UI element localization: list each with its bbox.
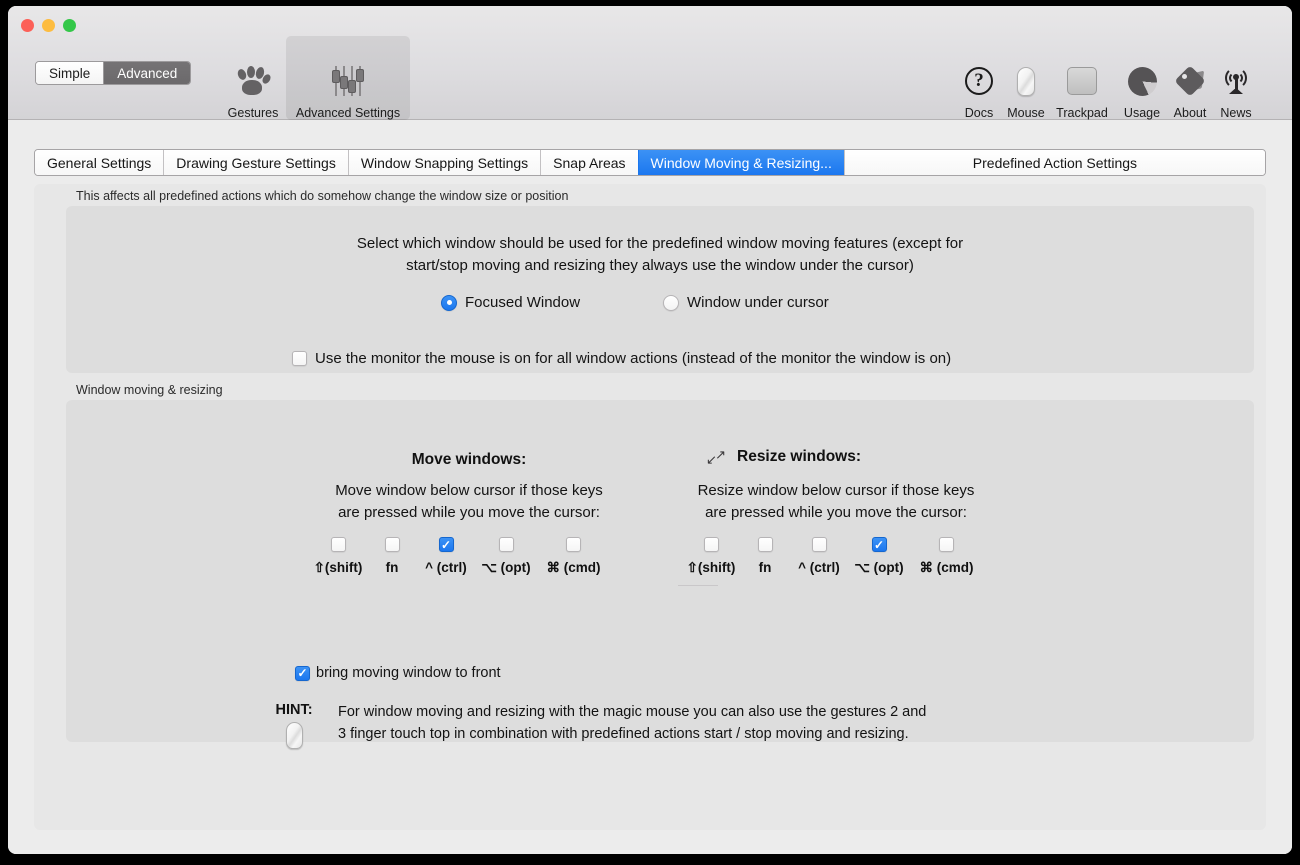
move-modifier-row: ⇧(shift) fn ^ (ctrl) ⌥ (opt) <box>308 537 611 576</box>
resize-modifier-opt-label: ⌥ (opt) <box>854 560 904 575</box>
zoom-button[interactable] <box>63 19 76 32</box>
move-windows-title: Move windows: <box>411 451 527 468</box>
section-one-group-label: This affects all predefined actions whic… <box>76 189 569 203</box>
hint-block-left: HINT: <box>266 702 322 749</box>
checkbox-bring-window-front[interactable]: bring moving window to front <box>295 665 501 681</box>
magic-mouse-icon <box>1017 61 1035 101</box>
move-modifier-fn[interactable]: fn <box>368 537 416 575</box>
mode-segmented-control[interactable]: Simple Advanced <box>35 61 192 85</box>
tab-window-snapping-settings[interactable]: Window Snapping Settings <box>347 150 541 175</box>
resize-modifier-ctrl-label: ^ (ctrl) <box>798 560 840 575</box>
move-modifier-shift-label: ⇧(shift) <box>313 560 363 575</box>
toolbar-item-news[interactable]: News <box>1199 44 1273 120</box>
resize-modifier-opt-checkbox[interactable] <box>871 537 887 552</box>
radio-window-under-cursor-indicator[interactable] <box>663 294 679 311</box>
move-modifier-cmd[interactable]: ⌘ (cmd) <box>536 537 611 576</box>
move-modifier-ctrl[interactable]: ^ (ctrl) <box>416 537 476 575</box>
window-titlebar: Simple Advanced Gestures Advanced Settin… <box>8 6 1292 120</box>
resize-modifier-shift-label: ⇧(shift) <box>686 560 736 575</box>
resize-modifier-fn-checkbox[interactable] <box>757 537 773 552</box>
resize-modifier-cmd-checkbox[interactable] <box>939 537 954 552</box>
hint-text-block: For window moving and resizing with the … <box>338 701 926 746</box>
hint-label: HINT: <box>275 702 313 718</box>
hint-magic-mouse-icon <box>285 722 303 749</box>
radio-window-under-cursor-label: Window under cursor <box>687 294 829 311</box>
move-modifier-shift-checkbox[interactable] <box>330 537 346 552</box>
resize-modifier-shift-checkbox[interactable] <box>703 537 719 552</box>
resize-diagonal-arrows-icon: ↗ ↙ <box>706 447 726 467</box>
checkbox-bring-window-front-box[interactable] <box>295 665 310 681</box>
radio-focused-window-label: Focused Window <box>465 294 581 311</box>
faders-icon <box>331 61 365 101</box>
resize-modifier-ctrl[interactable]: ^ (ctrl) <box>789 537 849 575</box>
move-windows-desc-line1: Move window below cursor if those keys <box>335 482 603 499</box>
resize-modifier-ctrl-checkbox[interactable] <box>811 537 827 552</box>
minimize-button[interactable] <box>42 19 55 32</box>
move-modifier-fn-checkbox[interactable] <box>384 537 400 552</box>
move-modifier-ctrl-label: ^ (ctrl) <box>425 560 467 575</box>
segment-advanced[interactable]: Advanced <box>103 62 191 84</box>
checkbox-use-mouse-monitor[interactable]: Use the monitor the mouse is on for all … <box>292 350 951 367</box>
toolbar-label-mouse: Mouse <box>1007 106 1045 120</box>
move-modifier-opt-checkbox[interactable] <box>498 537 514 552</box>
section-one-description-line2: start/stop moving and resizing they alwa… <box>406 257 914 274</box>
toolbar-item-advanced-settings[interactable]: Advanced Settings <box>286 36 410 120</box>
resize-modifier-cmd[interactable]: ⌘ (cmd) <box>909 537 984 576</box>
resize-windows-header: ↗ ↙ Resize windows: <box>706 448 861 466</box>
tab-drawing-gesture-settings[interactable]: Drawing Gesture Settings <box>163 150 348 175</box>
section-two-group-label: Window moving & resizing <box>76 383 223 397</box>
move-modifier-opt-label: ⌥ (opt) <box>481 560 531 575</box>
checkbox-bring-window-front-label: bring moving window to front <box>316 665 501 681</box>
tab-window-moving-resizing[interactable]: Window Moving & Resizing... <box>637 150 844 175</box>
checkbox-use-mouse-monitor-label: Use the monitor the mouse is on for all … <box>315 350 952 367</box>
radio-window-under-cursor[interactable]: Window under cursor <box>663 294 829 311</box>
toolbar-label-advanced-settings: Advanced Settings <box>295 106 401 120</box>
section-two-groupbox: Move windows: Move window below cursor i… <box>66 400 1254 749</box>
toolbar-item-gestures[interactable]: Gestures <box>216 44 290 120</box>
resize-windows-title: Resize windows: <box>737 448 862 465</box>
move-modifier-shift[interactable]: ⇧(shift) <box>308 537 368 576</box>
section-one-description-line1: Select which window should be used for t… <box>356 235 964 252</box>
app-window: Simple Advanced Gestures Advanced Settin… <box>8 6 1292 854</box>
resize-modifier-opt[interactable]: ⌥ (opt) <box>849 537 909 576</box>
move-modifier-fn-label: fn <box>385 560 399 575</box>
tab-predefined-action-settings[interactable]: Predefined Action Settings <box>843 150 1265 175</box>
toolbar-label-gestures: Gestures <box>227 106 279 120</box>
resize-modifier-cmd-label: ⌘ (cmd) <box>919 560 974 575</box>
radio-focused-window-indicator[interactable] <box>441 294 457 311</box>
trackpad-icon <box>1067 61 1097 101</box>
hint-text-line1: For window moving and resizing with the … <box>338 704 927 720</box>
hint-text-line2: 3 finger touch top in combination with p… <box>338 726 909 743</box>
radio-focused-window[interactable]: Focused Window <box>441 294 580 311</box>
resize-row-separator <box>678 585 718 586</box>
move-modifier-cmd-label: ⌘ (cmd) <box>546 560 601 575</box>
window-body: General Settings Drawing Gesture Setting… <box>8 120 1292 854</box>
move-windows-desc-line2: are pressed while you move the cursor: <box>338 504 600 521</box>
resize-modifier-fn-label: fn <box>758 560 772 575</box>
resize-windows-desc-line2: are pressed while you move the cursor: <box>705 504 967 521</box>
move-modifier-ctrl-checkbox[interactable] <box>438 537 454 552</box>
segment-simple[interactable]: Simple <box>36 62 104 84</box>
settings-content-panel: This affects all predefined actions whic… <box>34 184 1266 830</box>
checkbox-use-mouse-monitor-box[interactable] <box>292 351 307 366</box>
tab-general-settings[interactable]: General Settings <box>35 150 164 175</box>
tab-snap-areas[interactable]: Snap Areas <box>540 150 638 175</box>
toolbar-label-trackpad: Trackpad <box>1056 106 1108 120</box>
traffic-light-buttons <box>21 19 76 32</box>
move-modifier-opt[interactable]: ⌥ (opt) <box>476 537 536 576</box>
resize-windows-desc-line1: Resize window below cursor if those keys <box>697 482 975 499</box>
close-button[interactable] <box>21 19 34 32</box>
resize-modifier-shift[interactable]: ⇧(shift) <box>681 537 741 576</box>
section-one-groupbox: Select which window should be used for t… <box>66 206 1254 373</box>
toolbar-label-news: News <box>1220 106 1252 120</box>
settings-tab-bar[interactable]: General Settings Drawing Gesture Setting… <box>34 149 1266 176</box>
move-modifier-cmd-checkbox[interactable] <box>566 537 581 552</box>
broadcast-antenna-icon <box>1221 61 1251 101</box>
resize-modifier-fn[interactable]: fn <box>741 537 789 575</box>
resize-modifier-row: ⇧(shift) fn ^ (ctrl) ⌥ (opt) <box>681 537 984 576</box>
paw-icon <box>236 61 273 101</box>
